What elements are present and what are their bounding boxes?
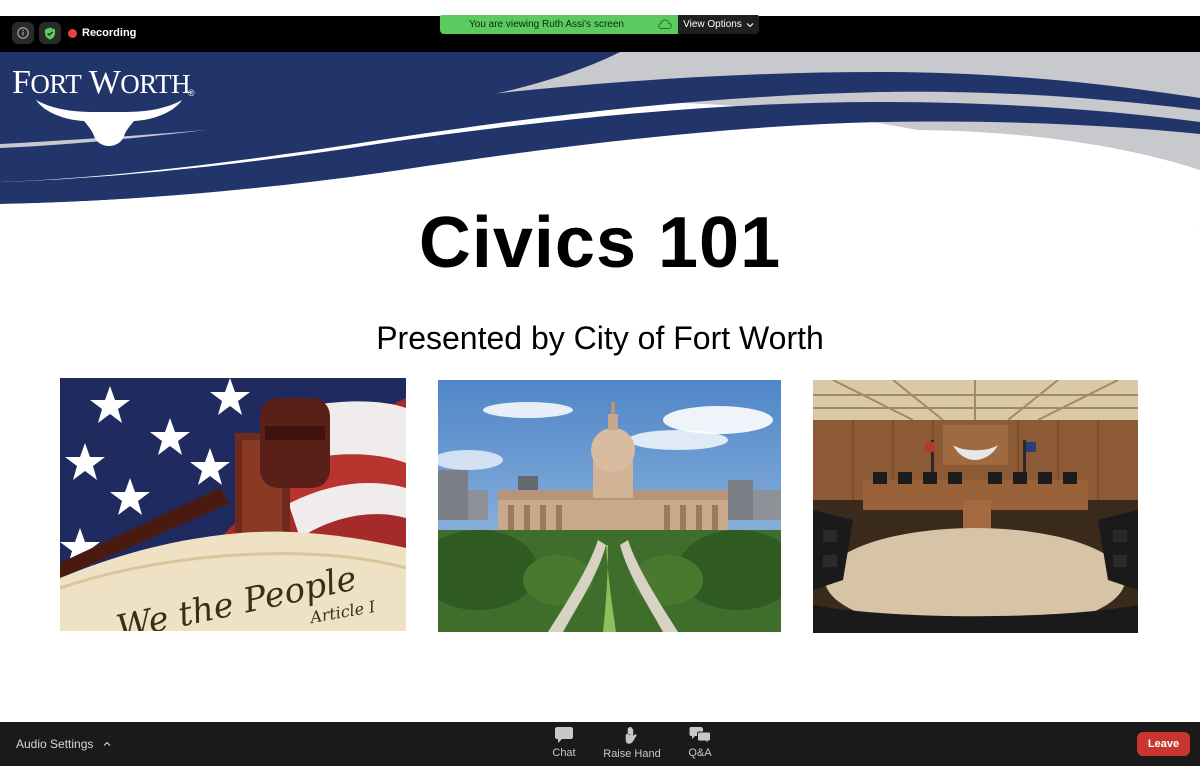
raise-hand-button[interactable]: Raise Hand — [601, 726, 663, 760]
slide-subtitle: Presented by City of Fort Worth — [376, 320, 824, 356]
leave-button[interactable]: Leave — [1137, 732, 1190, 756]
info-icon — [17, 27, 29, 39]
chat-button[interactable]: Chat — [546, 726, 582, 759]
screen-share-banner: You are viewing Ruth Assi's screen — [440, 15, 678, 34]
fort-worth-logo: FORT WORTH ® — [12, 64, 198, 146]
audio-settings-label: Audio Settings — [16, 737, 94, 751]
photo-council-chamber — [813, 380, 1138, 633]
registered-mark: ® — [188, 88, 195, 98]
chevron-up-icon — [104, 741, 111, 746]
qa-bubbles-icon — [689, 727, 711, 744]
qa-label: Q&A — [688, 747, 712, 759]
cloud-icon — [658, 19, 672, 29]
raise-hand-icon — [625, 726, 637, 744]
chat-bubble-icon — [555, 727, 573, 743]
audio-settings-button[interactable]: Audio Settings — [16, 737, 111, 751]
photo-gavel-constitution: We the People Article I — [60, 378, 406, 631]
meeting-controls-bar — [0, 722, 1200, 766]
recording-label: Recording — [82, 27, 137, 39]
qa-button[interactable]: Q&A — [682, 726, 718, 759]
recording-dot-icon — [68, 28, 77, 38]
shared-slide: FORT WORTH ® Civics 101 Presented by Cit… — [0, 52, 1200, 722]
photo-state-capitol — [438, 380, 781, 632]
chevron-down-icon — [746, 22, 754, 27]
security-button[interactable] — [39, 22, 61, 44]
screen-share-text: You are viewing Ruth Assi's screen — [469, 19, 624, 30]
window-top-strip — [0, 0, 1200, 16]
raise-hand-label: Raise Hand — [603, 748, 661, 760]
shield-check-icon — [45, 27, 55, 39]
chat-label: Chat — [552, 747, 576, 759]
longhorn-icon — [36, 100, 182, 146]
view-options-button[interactable]: View Options — [678, 15, 759, 34]
view-options-label: View Options — [683, 19, 742, 30]
meeting-info-button[interactable] — [12, 22, 34, 44]
slide-title: Civics 101 — [418, 203, 782, 283]
recording-indicator[interactable]: Recording — [68, 24, 136, 42]
